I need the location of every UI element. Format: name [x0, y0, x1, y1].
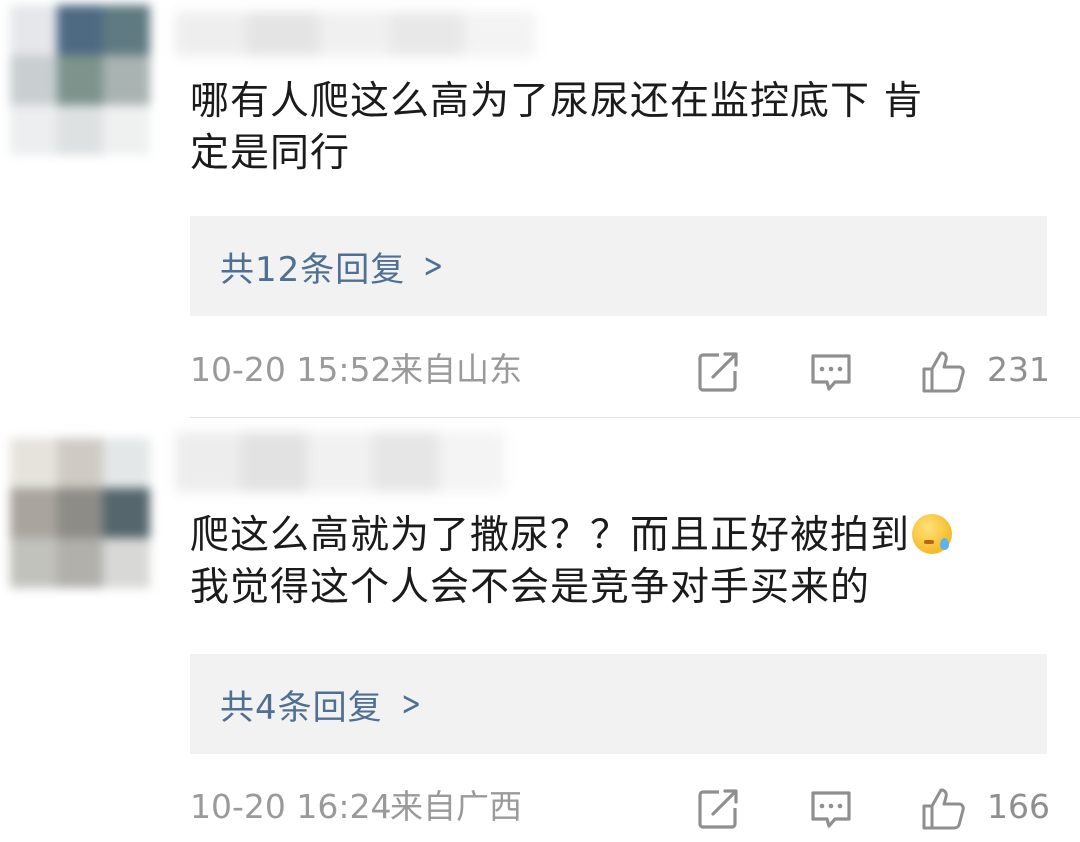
location: 来自山东	[390, 350, 522, 389]
comment-text-line: 定是同行	[190, 131, 351, 176]
replies-link[interactable]: 共12条回复 >	[190, 216, 1047, 316]
replies-label: 共4条回复	[220, 687, 383, 728]
location: 来自广西	[390, 787, 522, 826]
avatar-pixel	[103, 55, 150, 105]
timestamp: 10-20 16:24	[190, 787, 392, 826]
avatar-pixel	[56, 55, 104, 105]
comment-text: 爬这么高就为了撒尿？？而且正好被拍到 我觉得这个人会不会是竞争对手买来的	[190, 510, 1040, 614]
avatar-pixel	[56, 438, 104, 488]
comment-item-2: 爬这么高就为了撒尿？？而且正好被拍到 我觉得这个人会不会是竞争对手买来的 共4条…	[0, 418, 1080, 842]
chevron-right-icon: >	[400, 684, 421, 724]
share-icon[interactable]	[695, 349, 741, 395]
avatar-pixel	[10, 5, 57, 55]
avatar-pixel	[103, 538, 150, 588]
avatar-pixel	[10, 488, 57, 538]
avatar-pixel	[56, 488, 104, 538]
avatar-pixel	[56, 105, 104, 155]
timestamp: 10-20 15:52	[190, 350, 392, 389]
share-icon[interactable]	[695, 786, 741, 832]
avatar[interactable]	[10, 438, 150, 588]
replies-label: 共12条回复	[220, 249, 406, 290]
avatar-pixel	[103, 5, 150, 55]
comment-icon[interactable]	[808, 786, 854, 832]
comment-text-line: 我觉得这个人会不会是竞争对手买来的	[190, 565, 871, 610]
comment-meta: 10-20 16:24 来自广西 166	[190, 782, 1050, 832]
avatar-pixel	[56, 5, 104, 55]
comment-text-line: 爬这么高就为了撒尿？？而且正好被拍到	[190, 513, 911, 558]
comment-text-line: 哪有人爬这么高为了尿尿还在监控底下 肯	[190, 79, 924, 124]
avatar-pixel	[10, 105, 57, 155]
avatar-pixel	[56, 538, 104, 588]
avatar-pixel	[103, 438, 150, 488]
comment-meta: 10-20 15:52 来自山东 231	[190, 345, 1050, 395]
username-blurred[interactable]	[175, 432, 505, 492]
chevron-right-icon: >	[423, 246, 444, 286]
username-blurred[interactable]	[175, 12, 535, 56]
avatar-pixel	[103, 105, 150, 155]
avatar-pixel	[10, 55, 57, 105]
avatar[interactable]	[10, 5, 150, 155]
comment-text: 哪有人爬这么高为了尿尿还在监控底下 肯 定是同行	[190, 76, 1040, 180]
avatar-pixel	[10, 438, 57, 488]
like-count: 231	[987, 350, 1050, 389]
avatar-pixel	[103, 488, 150, 538]
like-count: 166	[987, 787, 1050, 826]
comment-item-1: 哪有人爬这么高为了尿尿还在监控底下 肯 定是同行 共12条回复 > 10-20 …	[0, 0, 1080, 418]
replies-link[interactable]: 共4条回复 >	[190, 654, 1047, 754]
comment-icon[interactable]	[808, 349, 854, 395]
thumbs-up-icon[interactable]	[920, 786, 966, 832]
sweat-emoji-icon	[912, 514, 953, 554]
thumbs-up-icon[interactable]	[920, 349, 966, 395]
avatar-pixel	[10, 538, 57, 588]
